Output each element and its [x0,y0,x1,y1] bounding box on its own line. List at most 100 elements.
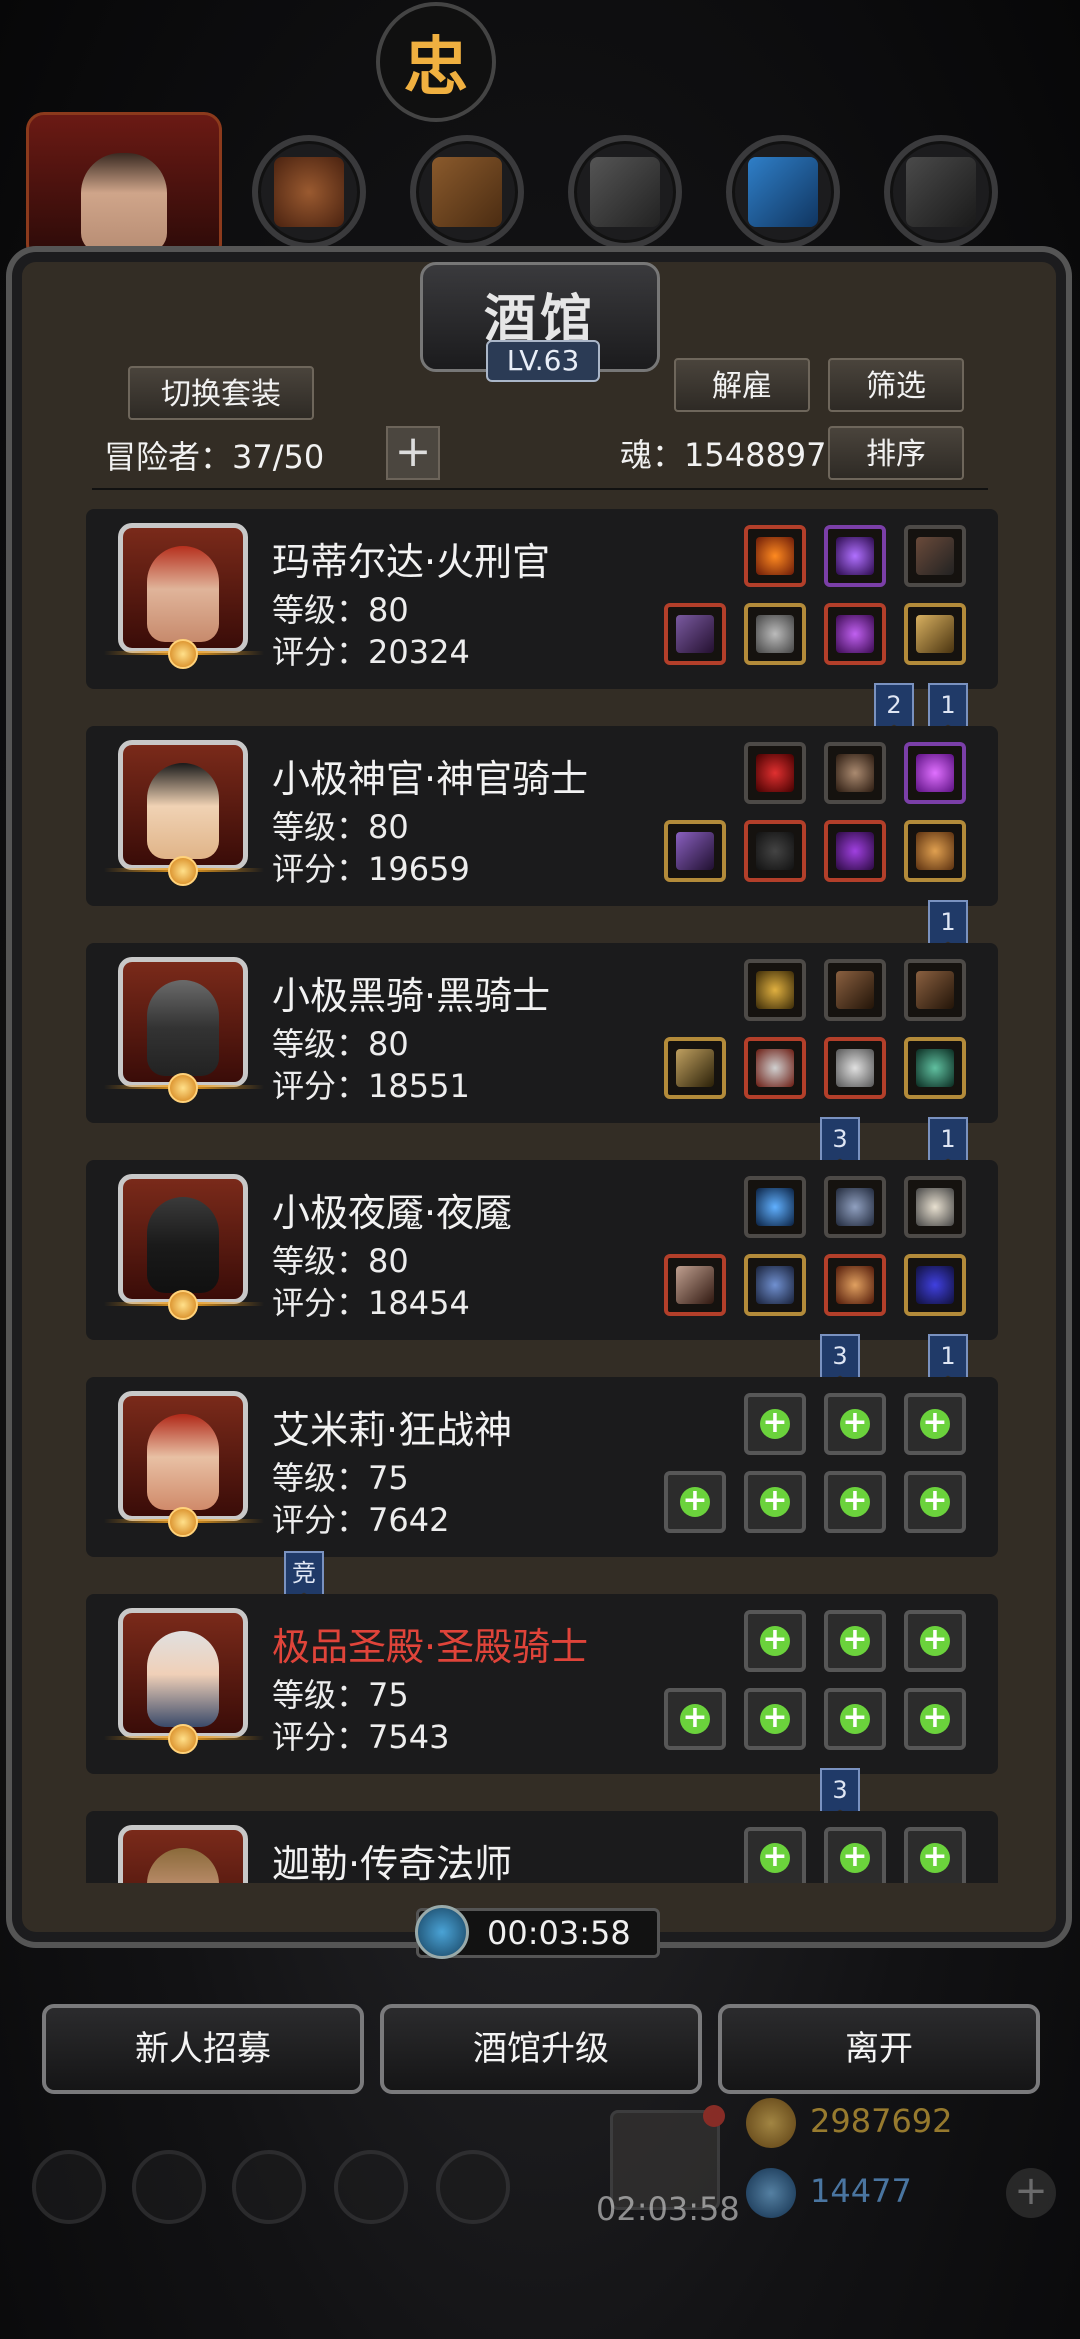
hero-level: 等级：80 [272,808,409,846]
hero-score: 评分：18454 [272,1284,470,1322]
loyalty-badge[interactable]: 忠 [376,2,496,122]
equip-slot-fire-orb-icon[interactable] [744,525,806,587]
notification-dot [703,2105,725,2127]
hero-portrait [118,1174,248,1304]
hero-score: 评分：7543 [272,1718,450,1756]
hero-level: 等级：75 [272,1676,409,1714]
empty-slot-plus-icon[interactable]: + [904,1827,966,1883]
empty-slot-plus-icon[interactable]: + [904,1471,966,1533]
filter-button[interactable]: 筛选 [828,358,964,412]
equip-slot-claw-icon[interactable] [904,1176,966,1238]
hero-card[interactable]: 迦勒·传奇法师 + + + [86,1811,998,1883]
hero-list[interactable]: 玛蒂尔达·火刑官 等级：80 评分：20324 2 1 小极神官·神官骑士 等级… [86,505,998,1883]
equip-slot-bracer-icon[interactable] [824,959,886,1021]
hero-portrait [118,740,248,870]
empty-slot-plus-icon[interactable]: + [824,1827,886,1883]
equip-slot-feather-icon[interactable] [904,525,966,587]
rank-emblem [104,1073,264,1103]
empty-slot-plus-icon[interactable]: + [744,1471,806,1533]
player-avatar[interactable] [26,112,222,262]
rank-emblem [104,639,264,669]
empty-slot-plus-icon[interactable]: + [904,1610,966,1672]
hero-card[interactable]: 小极夜魇·夜魇 等级：80 评分：18454 [86,1160,998,1340]
badge-glyph: 忠 [404,31,468,105]
inventory-icon[interactable] [436,2150,510,2224]
equip-slot-sword-icon[interactable] [904,603,966,665]
hero-card[interactable]: 小极黑骑·黑骑士 等级：80 评分：18551 [86,943,998,1123]
resource-meat-icon[interactable] [252,135,366,249]
equip-slot-amulet-icon[interactable] [824,525,886,587]
equip-slot-medal-icon[interactable] [824,1254,886,1316]
equip-slot-ring-icon[interactable] [904,820,966,882]
dismiss-button[interactable]: 解雇 [674,358,810,412]
empty-slot-plus-icon[interactable]: + [904,1688,966,1750]
hero-name: 玛蒂尔达·火刑官 [272,540,551,584]
equip-slot-orb-icon[interactable] [744,959,806,1021]
hero-card[interactable]: 极品圣殿·圣殿骑士 等级：75 评分：7543 + + + + + + + [86,1594,998,1774]
equip-slot-chakram-icon[interactable] [824,1176,886,1238]
hero-card[interactable]: 小极神官·神官骑士 等级：80 评分：19659 [86,726,998,906]
leave-button[interactable]: 离开 [718,2004,1040,2094]
equip-slot-boots-icon[interactable] [744,820,806,882]
equip-slot-staff-icon[interactable] [664,603,726,665]
empty-slot-plus-icon[interactable]: + [824,1688,886,1750]
hero-name: 小极神官·神官骑士 [272,757,589,801]
equip-slot-helmet-icon[interactable] [824,603,886,665]
recruit-button[interactable]: 新人招募 [42,2004,364,2094]
add-slot-button[interactable]: + [386,426,440,480]
add-currency-plus-icon[interactable]: + [1006,2168,1056,2218]
empty-slot-plus-icon[interactable]: + [904,1393,966,1455]
sort-button[interactable]: 排序 [828,426,964,480]
equip-slot-flask-icon[interactable] [824,742,886,804]
empty-slot-plus-icon[interactable]: + [744,1827,806,1883]
equip-slot-swirl-icon[interactable] [744,1176,806,1238]
tavern-upgrade-button[interactable]: 酒馆升级 [380,2004,702,2094]
hero-level: 等级：80 [272,1025,409,1063]
empty-slot-plus-icon[interactable]: + [664,1688,726,1750]
equip-slot-potion-icon[interactable] [744,742,806,804]
hero-level: 等级：80 [272,591,409,629]
equip-slot-sword-icon[interactable] [664,1254,726,1316]
empty-slot-plus-icon[interactable]: + [824,1610,886,1672]
hero-score: 评分：19659 [272,850,470,888]
settings-gear-icon[interactable] [32,2150,106,2224]
guild-icon[interactable] [232,2150,306,2224]
equip-slot-helm-icon[interactable] [824,1037,886,1099]
gold-amount: 2987692 [810,2102,953,2140]
hero-name: 小极夜魇·夜魇 [272,1191,513,1235]
equip-slot-bracelet-icon[interactable] [904,1254,966,1316]
equip-slot-gem-icon[interactable] [904,742,966,804]
resource-stone-icon[interactable] [884,135,998,249]
equip-slot-ring-icon[interactable] [904,1037,966,1099]
equip-slot-spear-icon[interactable] [664,1037,726,1099]
resource-crystal-icon[interactable] [726,135,840,249]
hero-portrait [118,1391,248,1521]
avatar-face [81,153,167,253]
equip-slot-pendant-icon[interactable] [824,820,886,882]
equip-slot-wand-icon[interactable] [664,820,726,882]
switch-set-button[interactable]: 切换套装 [128,366,314,420]
achievement-icon[interactable] [132,2150,206,2224]
empty-slot-plus-icon[interactable]: + [744,1610,806,1672]
equip-slot-armor-icon[interactable] [744,603,806,665]
mail-icon[interactable] [334,2150,408,2224]
empty-slot-plus-icon[interactable]: + [664,1471,726,1533]
resource-iron-icon[interactable] [568,135,682,249]
empty-slot-plus-icon[interactable]: + [824,1471,886,1533]
equip-slot-chest-icon[interactable] [744,1037,806,1099]
gift-timer: 02:03:58 [596,2190,740,2228]
rank-emblem [104,856,264,886]
empty-slot-plus-icon[interactable]: + [824,1393,886,1455]
hero-card[interactable]: 艾米莉·狂战神 等级：75 评分：7642 + + + + + + + [86,1377,998,1557]
rank-emblem [104,1290,264,1320]
hero-name: 迦勒·传奇法师 [272,1842,513,1883]
empty-slot-plus-icon[interactable]: + [744,1393,806,1455]
rank-emblem [104,1724,264,1754]
equip-slot-armor-icon[interactable] [744,1254,806,1316]
empty-slot-plus-icon[interactable]: + [744,1688,806,1750]
resource-wood-icon[interactable] [410,135,524,249]
hero-card[interactable]: 玛蒂尔达·火刑官 等级：80 评分：20324 [86,509,998,689]
equip-slot-gauntlet-icon[interactable] [904,959,966,1021]
hero-score: 评分：7642 [272,1501,450,1539]
hero-portrait [118,957,248,1087]
